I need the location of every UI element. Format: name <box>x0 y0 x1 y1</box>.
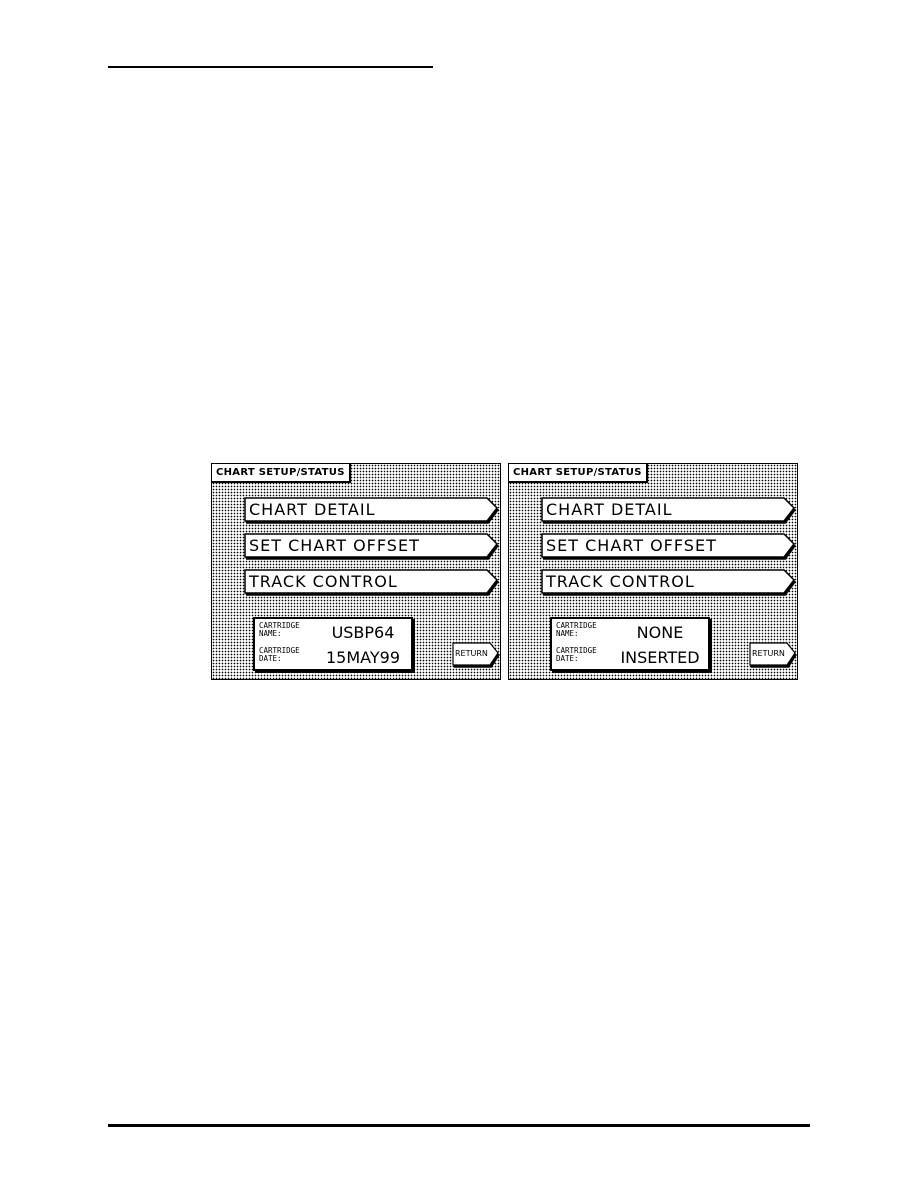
cartridge-name-label: CARTRIDGE NAME: <box>556 621 597 638</box>
chart-detail-label: CHART DETAIL <box>546 500 673 519</box>
cartridge-info-box: CARTRIDGE NAME: USBP64 CARTRIDGE DATE: 1… <box>253 617 413 671</box>
return-button[interactable]: RETURN <box>452 642 501 668</box>
cartridge-date-label: CARTRIDGE DATE: <box>259 646 300 663</box>
cartridge-info-box: CARTRIDGE NAME: NONE CARTRIDGE DATE: INS… <box>550 617 710 671</box>
cartridge-date-row: CARTRIDGE DATE: 15MAY99 <box>259 647 411 669</box>
cartridge-date-label: CARTRIDGE DATE: <box>556 646 597 663</box>
set-chart-offset-button[interactable]: SET CHART OFFSET <box>541 533 797 560</box>
track-control-label: TRACK CONTROL <box>546 572 695 591</box>
cartridge-date-row: CARTRIDGE DATE: INSERTED <box>556 647 708 669</box>
screen-title: CHART SETUP/STATUS <box>509 464 648 483</box>
set-chart-offset-label: SET CHART OFFSET <box>546 536 717 555</box>
track-control-label: TRACK CONTROL <box>249 572 398 591</box>
cartridge-name-label: CARTRIDGE NAME: <box>259 621 300 638</box>
return-label: RETURN <box>455 649 488 658</box>
chart-detail-label: CHART DETAIL <box>249 500 376 519</box>
set-chart-offset-button[interactable]: SET CHART OFFSET <box>244 533 500 560</box>
chart-detail-button[interactable]: CHART DETAIL <box>244 497 500 524</box>
cartridge-date-value: INSERTED <box>620 648 700 667</box>
cartridge-date-value: 15MAY99 <box>326 648 400 667</box>
chart-setup-screen-with-cartridge: CHART SETUP/STATUS CHART DETAIL SET CHAR… <box>211 463 501 680</box>
track-control-button[interactable]: TRACK CONTROL <box>244 569 500 596</box>
cartridge-name-value: USBP64 <box>331 623 395 642</box>
screen-title: CHART SETUP/STATUS <box>212 464 351 483</box>
return-button[interactable]: RETURN <box>749 642 798 668</box>
chart-detail-button[interactable]: CHART DETAIL <box>541 497 797 524</box>
footer-rule <box>108 1124 810 1127</box>
return-label: RETURN <box>752 649 785 658</box>
set-chart-offset-label: SET CHART OFFSET <box>249 536 420 555</box>
chart-setup-screen-no-cartridge: CHART SETUP/STATUS CHART DETAIL SET CHAR… <box>508 463 798 680</box>
cartridge-name-value: NONE <box>636 623 684 642</box>
cartridge-name-row: CARTRIDGE NAME: NONE <box>556 622 708 644</box>
cartridge-name-row: CARTRIDGE NAME: USBP64 <box>259 622 411 644</box>
track-control-button[interactable]: TRACK CONTROL <box>541 569 797 596</box>
header-rule <box>108 66 433 68</box>
